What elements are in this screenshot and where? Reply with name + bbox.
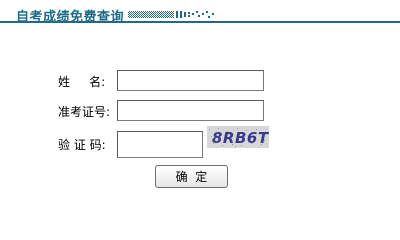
exam-id-input[interactable] xyxy=(117,100,264,121)
name-label: 姓 名: xyxy=(58,75,106,89)
exam-id-label: 准考证号: xyxy=(58,105,111,119)
captcha-image[interactable]: 8RB6T xyxy=(207,126,269,148)
captcha-label: 验 证 码: xyxy=(58,138,106,152)
page-header: 自考成绩免费查询 xyxy=(0,0,400,25)
captcha-input[interactable] xyxy=(117,131,203,158)
header-decoration xyxy=(128,11,214,18)
captcha-text: 8RB6T xyxy=(212,129,269,147)
header-divider xyxy=(0,21,400,23)
name-input[interactable] xyxy=(117,70,264,91)
submit-button[interactable]: 确 定 xyxy=(155,165,228,188)
